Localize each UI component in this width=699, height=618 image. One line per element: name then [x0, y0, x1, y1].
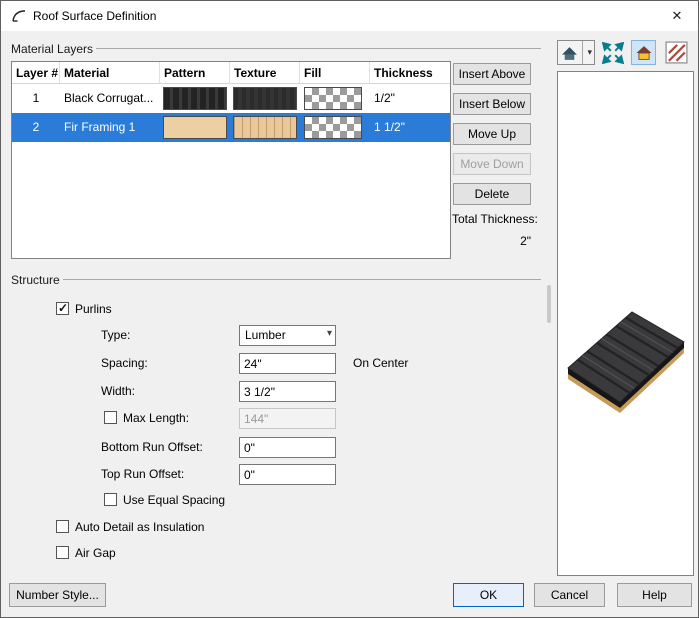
- col-header-fill[interactable]: Fill: [300, 62, 370, 84]
- fill-swatch[interactable]: [304, 116, 362, 139]
- house-icon: [561, 46, 578, 61]
- insert-below-button[interactable]: Insert Below: [453, 93, 531, 115]
- width-input[interactable]: [239, 381, 336, 402]
- material-layers-rule: [96, 48, 541, 49]
- auto-detail-checkbox[interactable]: [56, 520, 69, 533]
- thickness-value: 1 1/2": [370, 113, 450, 142]
- roof-surface-definition-dialog: Roof Surface Definition ✕ Material Layer…: [0, 0, 699, 618]
- max-length-checkbox[interactable]: [104, 411, 117, 424]
- total-thickness-label: Total Thickness:: [452, 212, 538, 226]
- color-toggle-icon[interactable]: [631, 40, 656, 65]
- fill-swatch[interactable]: [304, 87, 362, 110]
- layer-number: 1: [12, 84, 60, 113]
- preview-viewport[interactable]: [557, 71, 694, 576]
- max-length-input: [239, 408, 336, 429]
- fill-window-icon[interactable]: [602, 42, 624, 64]
- col-header-layer[interactable]: Layer #: [12, 62, 60, 84]
- use-equal-spacing-checkbox[interactable]: [104, 493, 117, 506]
- panel-splitter[interactable]: [547, 285, 551, 323]
- air-gap-checkbox[interactable]: [56, 546, 69, 559]
- texture-swatch[interactable]: [233, 87, 297, 110]
- on-center-label: On Center: [353, 356, 408, 370]
- roof-panel-preview: [558, 290, 693, 470]
- insert-above-button[interactable]: Insert Above: [453, 63, 531, 85]
- spacing-input[interactable]: [239, 353, 336, 374]
- window-title: Roof Surface Definition: [33, 1, 156, 31]
- col-header-texture[interactable]: Texture: [230, 62, 300, 84]
- standard-views-icon[interactable]: ▾: [557, 40, 595, 65]
- bottom-run-offset-input[interactable]: [239, 437, 336, 458]
- purlins-checkbox[interactable]: [56, 302, 69, 315]
- col-header-pattern[interactable]: Pattern: [160, 62, 230, 84]
- material-name: Fir Framing 1: [60, 113, 160, 142]
- total-thickness-value: 2": [453, 234, 531, 248]
- move-up-button[interactable]: Move Up: [453, 123, 531, 145]
- type-label: Type:: [101, 328, 130, 342]
- delete-button[interactable]: Delete: [453, 183, 531, 205]
- move-down-button: Move Down: [453, 153, 531, 175]
- top-run-offset-input[interactable]: [239, 464, 336, 485]
- width-label: Width:: [101, 384, 135, 398]
- spacing-label: Spacing:: [101, 356, 148, 370]
- chevron-down-icon: ▾: [327, 328, 332, 339]
- use-equal-spacing-label: Use Equal Spacing: [123, 493, 225, 507]
- type-select[interactable]: Lumber ▾: [239, 325, 336, 346]
- material-name: Black Corrugat...: [60, 84, 160, 113]
- help-button[interactable]: Help: [617, 583, 692, 607]
- table-row[interactable]: 1 Black Corrugat... 1/2": [12, 84, 450, 113]
- number-style-button[interactable]: Number Style...: [9, 583, 106, 607]
- close-icon[interactable]: ✕: [656, 1, 698, 31]
- titlebar[interactable]: Roof Surface Definition ✕: [1, 1, 698, 31]
- pattern-swatch[interactable]: [163, 87, 227, 110]
- roof-icon: [11, 8, 27, 24]
- max-length-label: Max Length:: [123, 411, 189, 425]
- auto-detail-label: Auto Detail as Insulation: [75, 520, 204, 534]
- colored-house-icon: [635, 45, 653, 61]
- structure-rule: [63, 279, 541, 280]
- top-run-offset-label: Top Run Offset:: [101, 467, 184, 481]
- split-divider: [582, 41, 583, 64]
- structure-group-label: Structure: [11, 273, 60, 287]
- pattern-swatch[interactable]: [163, 116, 227, 139]
- thickness-value: 1/2": [370, 84, 450, 113]
- layer-number: 2: [12, 113, 60, 142]
- col-header-thickness[interactable]: Thickness: [370, 62, 450, 84]
- texture-swatch[interactable]: [233, 116, 297, 139]
- bottom-run-offset-label: Bottom Run Offset:: [101, 440, 203, 454]
- chevron-down-icon: ▾: [587, 47, 592, 58]
- purlins-label: Purlins: [75, 302, 112, 316]
- ok-button[interactable]: OK: [453, 583, 524, 607]
- material-layers-table[interactable]: Layer # Material Pattern Texture Fill Th…: [11, 61, 451, 259]
- section-view-icon[interactable]: [664, 40, 689, 65]
- col-header-material[interactable]: Material: [60, 62, 160, 84]
- air-gap-label: Air Gap: [75, 546, 116, 560]
- table-row-selected[interactable]: 2 Fir Framing 1 1 1/2": [12, 113, 450, 142]
- type-selected-value: Lumber: [245, 326, 286, 345]
- material-layers-group-label: Material Layers: [11, 42, 93, 56]
- cancel-button[interactable]: Cancel: [534, 583, 605, 607]
